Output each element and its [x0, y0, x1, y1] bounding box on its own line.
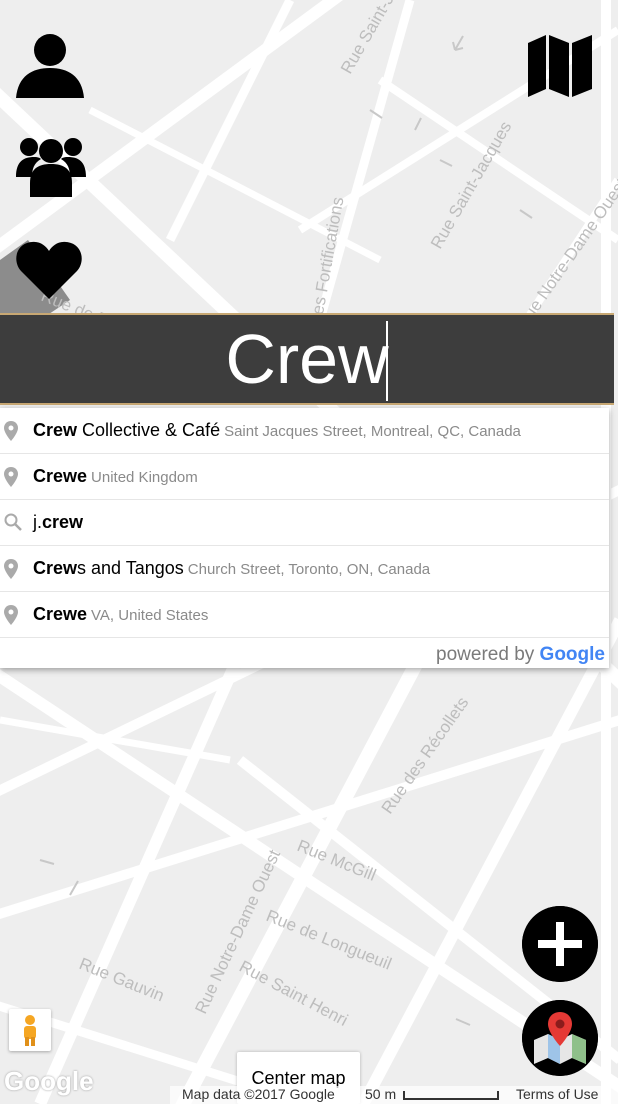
map-icon[interactable] — [528, 33, 592, 97]
suggestion-rest: e — [77, 604, 88, 624]
pin-icon — [4, 605, 18, 625]
google-brand: Google — [539, 644, 605, 665]
terms-link[interactable]: Terms of Use — [516, 1086, 598, 1102]
search-input[interactable] — [0, 315, 614, 403]
magnifier-icon — [4, 513, 22, 531]
suggestion-item[interactable]: Crews and Tangos Church Street, Toronto, … — [0, 546, 609, 592]
suggestion-item[interactable]: j.crew — [0, 500, 609, 546]
suggestion-item[interactable]: Crewe VA, United States — [0, 592, 609, 638]
pin-icon — [4, 421, 18, 441]
text-caret — [386, 321, 388, 401]
pin-icon — [4, 559, 18, 579]
heart-icon[interactable] — [16, 241, 82, 299]
scale-label: 50 m — [365, 1086, 397, 1102]
scale-bar — [403, 1091, 499, 1100]
search-bar — [0, 313, 614, 405]
map-location-button[interactable] — [522, 1000, 598, 1076]
powered-by-text: powered by — [436, 644, 535, 665]
google-logo: Google — [4, 1066, 94, 1096]
pin-icon — [4, 467, 18, 487]
powered-by-google: powered by Google — [436, 644, 605, 666]
suggestion-match: Crew — [33, 466, 78, 486]
suggestion-match: j. — [33, 512, 42, 532]
pegman-icon — [24, 1015, 36, 1046]
person-icon[interactable] — [14, 30, 86, 98]
autocomplete-dropdown: Crew Collective & Café Saint Jacques Stre… — [0, 408, 609, 668]
pegman-button[interactable] — [9, 1009, 51, 1051]
suggestion-secondary: United Kingdom — [91, 469, 198, 486]
suggestion-secondary: VA, United States — [91, 607, 209, 624]
map-data-attribution: Map data ©2017 Google — [182, 1086, 335, 1102]
suggestion-rest: crew — [42, 512, 84, 532]
suggestion-rest: e — [77, 466, 88, 486]
suggestion-rest: s and Tangos — [77, 558, 184, 578]
suggestion-secondary: Saint Jacques Street, Montreal, QC, Cana… — [224, 423, 521, 440]
map-footer: Map data ©2017 Google 50 m Terms of Use — [170, 1086, 618, 1104]
suggestion-rest: Collective & Café — [77, 420, 221, 440]
suggestion-secondary: Church Street, Toronto, ON, Canada — [187, 561, 431, 578]
add-button[interactable] — [522, 906, 598, 982]
suggestion-match: Crew — [33, 558, 78, 578]
suggestion-match: Crew — [33, 604, 78, 624]
suggestion-item[interactable]: Crewe United Kingdom — [0, 454, 609, 500]
group-icon[interactable] — [16, 133, 86, 197]
suggestion-match: Crew — [33, 420, 78, 440]
suggestion-item[interactable]: Crew Collective & Café Saint Jacques Stre… — [0, 408, 609, 454]
